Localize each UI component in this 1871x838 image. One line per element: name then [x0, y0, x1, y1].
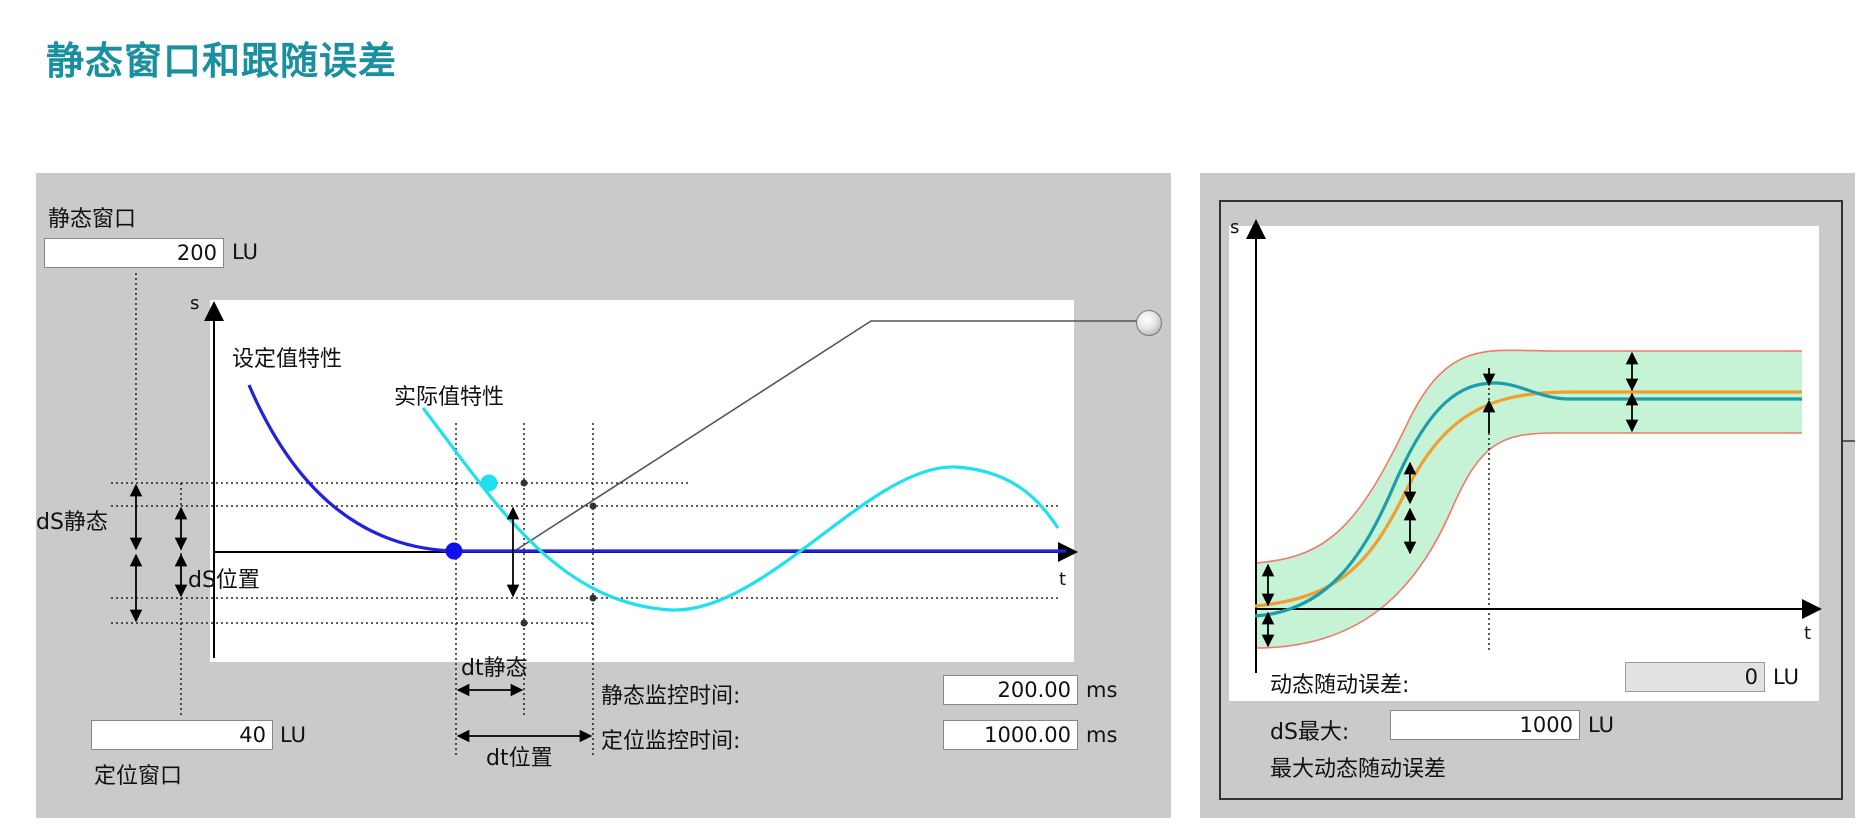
dimension-arrows: [129, 483, 593, 743]
dynamic-error-unit: LU: [1773, 665, 1800, 689]
dt-position-label: dt位置: [486, 746, 553, 771]
position-window-unit: LU: [280, 723, 307, 747]
page-title: 静态窗口和跟随误差: [46, 39, 398, 83]
position-window-label: 定位窗口: [94, 764, 183, 789]
dynamic-error-value: 0: [1625, 662, 1765, 692]
left-s-axis-label: s: [190, 293, 200, 314]
standstill-window-panel: 静态窗口 200 LU s t 设定值特性 实际值特性 dS静态 dS位置 dt…: [36, 173, 1171, 818]
actual-curve: [421, 407, 1060, 612]
right-t-axis-label: t: [1804, 623, 1812, 644]
position-window-input[interactable]: 40: [91, 720, 273, 750]
standstill-window-label: 静态窗口: [48, 207, 137, 232]
max-dynamic-error-label: 最大动态随动误差: [1270, 757, 1447, 782]
ds-position-label: dS位置: [188, 568, 260, 593]
actual-curve-label: 实际值特性: [394, 385, 505, 410]
left-t-axis-label: t: [1059, 569, 1067, 590]
position-time-label: 定位监控时间:: [601, 729, 741, 754]
standstill-time-label: 静态监控时间:: [601, 684, 741, 709]
actual-marker: [480, 474, 498, 492]
standstill-window-input[interactable]: 200: [44, 238, 224, 268]
position-time-input[interactable]: 1000.00: [943, 720, 1078, 750]
following-error-panel: s t 动态随动误差: 0 LU dS最大: 1000 LU 最大动态随动误差: [1200, 173, 1855, 818]
position-time-unit: ms: [1086, 723, 1118, 747]
standstill-window-unit: LU: [232, 240, 259, 264]
ds-max-unit: LU: [1588, 713, 1615, 737]
dynamic-error-label: 动态随动误差:: [1270, 673, 1410, 698]
connector-knob[interactable]: [1136, 310, 1162, 336]
right-s-axis-label: s: [1230, 217, 1240, 238]
ds-max-label: dS最大:: [1270, 720, 1350, 745]
dt-standstill-label: dt静态: [461, 656, 528, 681]
standstill-time-unit: ms: [1086, 678, 1118, 702]
setpoint-marker: [445, 542, 463, 560]
standstill-time-input[interactable]: 200.00: [943, 675, 1078, 705]
ds-max-input[interactable]: 1000: [1390, 710, 1580, 740]
setpoint-curve-label: 设定值特性: [232, 347, 343, 372]
ds-standstill-label: dS静态: [36, 510, 108, 535]
